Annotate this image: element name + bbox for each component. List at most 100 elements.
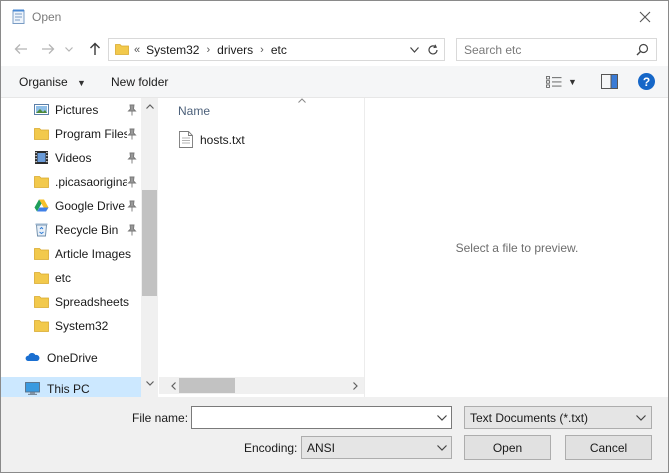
forward-button[interactable] <box>38 39 58 59</box>
open-dialog: Open « System32 › drivers › etc Search e… <box>0 0 669 473</box>
refresh-button[interactable] <box>425 42 441 58</box>
arrow-up-icon <box>90 42 100 55</box>
breadcrumb: « System32 › drivers › etc <box>134 43 287 57</box>
nav-item-system32[interactable]: System32 <box>1 314 141 338</box>
file-name-combobox[interactable] <box>191 406 452 429</box>
encoding-value: ANSI <box>307 441 336 455</box>
scroll-down-button[interactable] <box>141 375 158 392</box>
breadcrumb-item-drivers[interactable]: drivers <box>217 43 253 57</box>
organise-menu-button[interactable]: Organise ▼ <box>19 75 86 89</box>
nav-item-label: Program Files <box>55 127 127 141</box>
text-file-icon <box>179 131 193 148</box>
chevron-down-icon <box>409 47 419 53</box>
caret-down-icon: ▼ <box>568 77 577 87</box>
address-history-dropdown[interactable] <box>406 42 422 58</box>
pin-icon <box>127 128 137 140</box>
search-icon[interactable] <box>636 43 649 56</box>
organise-label: Organise <box>19 75 68 89</box>
open-button[interactable]: Open <box>464 435 551 460</box>
encoding-select[interactable]: ANSI <box>301 436 452 459</box>
window-title: Open <box>32 10 62 24</box>
breadcrumb-separator[interactable]: › <box>260 44 264 56</box>
nav-item-onedrive[interactable]: OneDrive <box>1 346 141 370</box>
nav-item-article-images[interactable]: Article Images <box>1 242 141 266</box>
chevron-down-icon[interactable] <box>437 415 447 421</box>
change-view-button[interactable]: ▼ <box>546 74 582 90</box>
pin-icon <box>127 176 137 188</box>
nav-item-label: System32 <box>55 319 109 333</box>
pictures-icon <box>34 104 49 115</box>
horizontal-scrollbar[interactable] <box>159 377 364 394</box>
preview-pane-icon[interactable] <box>601 74 618 89</box>
folder-icon <box>34 272 49 284</box>
back-button[interactable] <box>11 39 31 59</box>
computer-icon <box>25 382 40 395</box>
new-folder-button[interactable]: New folder <box>111 75 168 89</box>
folder-icon <box>34 248 49 260</box>
nav-item-picasaoriginals[interactable]: .picasaoriginals <box>1 170 141 194</box>
address-bar[interactable]: « System32 › drivers › etc <box>108 38 445 61</box>
chevron-down-icon <box>437 445 447 451</box>
arrow-right-icon <box>42 44 55 54</box>
sort-ascending-icon <box>298 98 306 103</box>
file-item-hosts[interactable]: hosts.txt <box>179 129 309 151</box>
scroll-right-button[interactable] <box>347 377 364 394</box>
chevron-down-icon <box>636 415 646 421</box>
file-item-label: hosts.txt <box>200 133 245 147</box>
breadcrumb-item-etc[interactable]: etc <box>271 43 287 57</box>
pin-icon <box>127 200 137 212</box>
scroll-up-button[interactable] <box>141 98 158 115</box>
command-bar: Organise ▼ New folder ▼ ? <box>1 66 668 98</box>
videos-icon <box>35 151 48 164</box>
file-name-input[interactable] <box>192 407 432 428</box>
close-button[interactable] <box>622 1 668 32</box>
scrollbar-thumb[interactable] <box>179 378 235 393</box>
recycle-bin-icon <box>35 223 48 237</box>
navigation-scrollbar[interactable] <box>141 98 158 398</box>
file-type-select[interactable]: Text Documents (*.txt) <box>464 406 652 429</box>
breadcrumb-item-system32[interactable]: System32 <box>146 43 199 57</box>
recent-locations-button[interactable] <box>62 39 76 59</box>
nav-item-recycle-bin[interactable]: Recycle Bin <box>1 218 141 242</box>
nav-item-label: This PC <box>47 382 90 396</box>
nav-item-spreadsheets[interactable]: Spreadsheets <box>1 290 141 314</box>
up-button[interactable] <box>85 39 105 59</box>
navigation-pane: Pictures Program Files Videos .picasaori… <box>1 98 158 398</box>
folder-icon <box>34 296 49 308</box>
help-button[interactable]: ? <box>638 73 655 90</box>
details-view-icon <box>546 76 562 88</box>
folder-icon <box>34 320 49 332</box>
nav-item-etc[interactable]: etc <box>1 266 141 290</box>
close-icon <box>639 11 651 22</box>
scrollbar-thumb[interactable] <box>142 190 157 296</box>
file-name-label: File name: <box>132 411 189 425</box>
nav-item-label: Spreadsheets <box>55 295 130 309</box>
nav-item-videos[interactable]: Videos <box>1 146 141 170</box>
search-input[interactable] <box>457 39 627 60</box>
column-header-name[interactable]: Name <box>178 104 210 118</box>
nav-item-google-drive[interactable]: Google Drive <box>1 194 141 218</box>
pin-icon <box>127 224 137 236</box>
nav-item-label: .picasaoriginals <box>55 175 127 189</box>
file-list: Name hosts.txt <box>159 98 364 398</box>
onedrive-icon <box>25 353 40 361</box>
file-type-value: Text Documents (*.txt) <box>470 411 589 425</box>
nav-item-pictures[interactable]: Pictures <box>1 98 141 122</box>
cancel-button[interactable]: Cancel <box>565 435 652 460</box>
title-bar: Open <box>1 1 668 32</box>
breadcrumb-overflow[interactable]: « <box>134 44 140 56</box>
breadcrumb-separator[interactable]: › <box>206 44 210 56</box>
search-box[interactable] <box>456 38 657 61</box>
pin-icon <box>127 104 137 116</box>
nav-item-this-pc[interactable]: This PC <box>1 377 141 398</box>
google-drive-icon <box>34 199 49 212</box>
nav-item-label: Pictures <box>55 103 99 117</box>
nav-item-label: etc <box>55 271 72 285</box>
notepad-icon <box>12 9 25 24</box>
chevron-left-icon <box>171 381 176 390</box>
nav-item-label: Article Images <box>55 247 132 261</box>
nav-item-label: Videos <box>55 151 92 165</box>
arrow-left-icon <box>14 44 27 54</box>
nav-item-program-files[interactable]: Program Files <box>1 122 141 146</box>
nav-item-label: Recycle Bin <box>55 223 119 237</box>
